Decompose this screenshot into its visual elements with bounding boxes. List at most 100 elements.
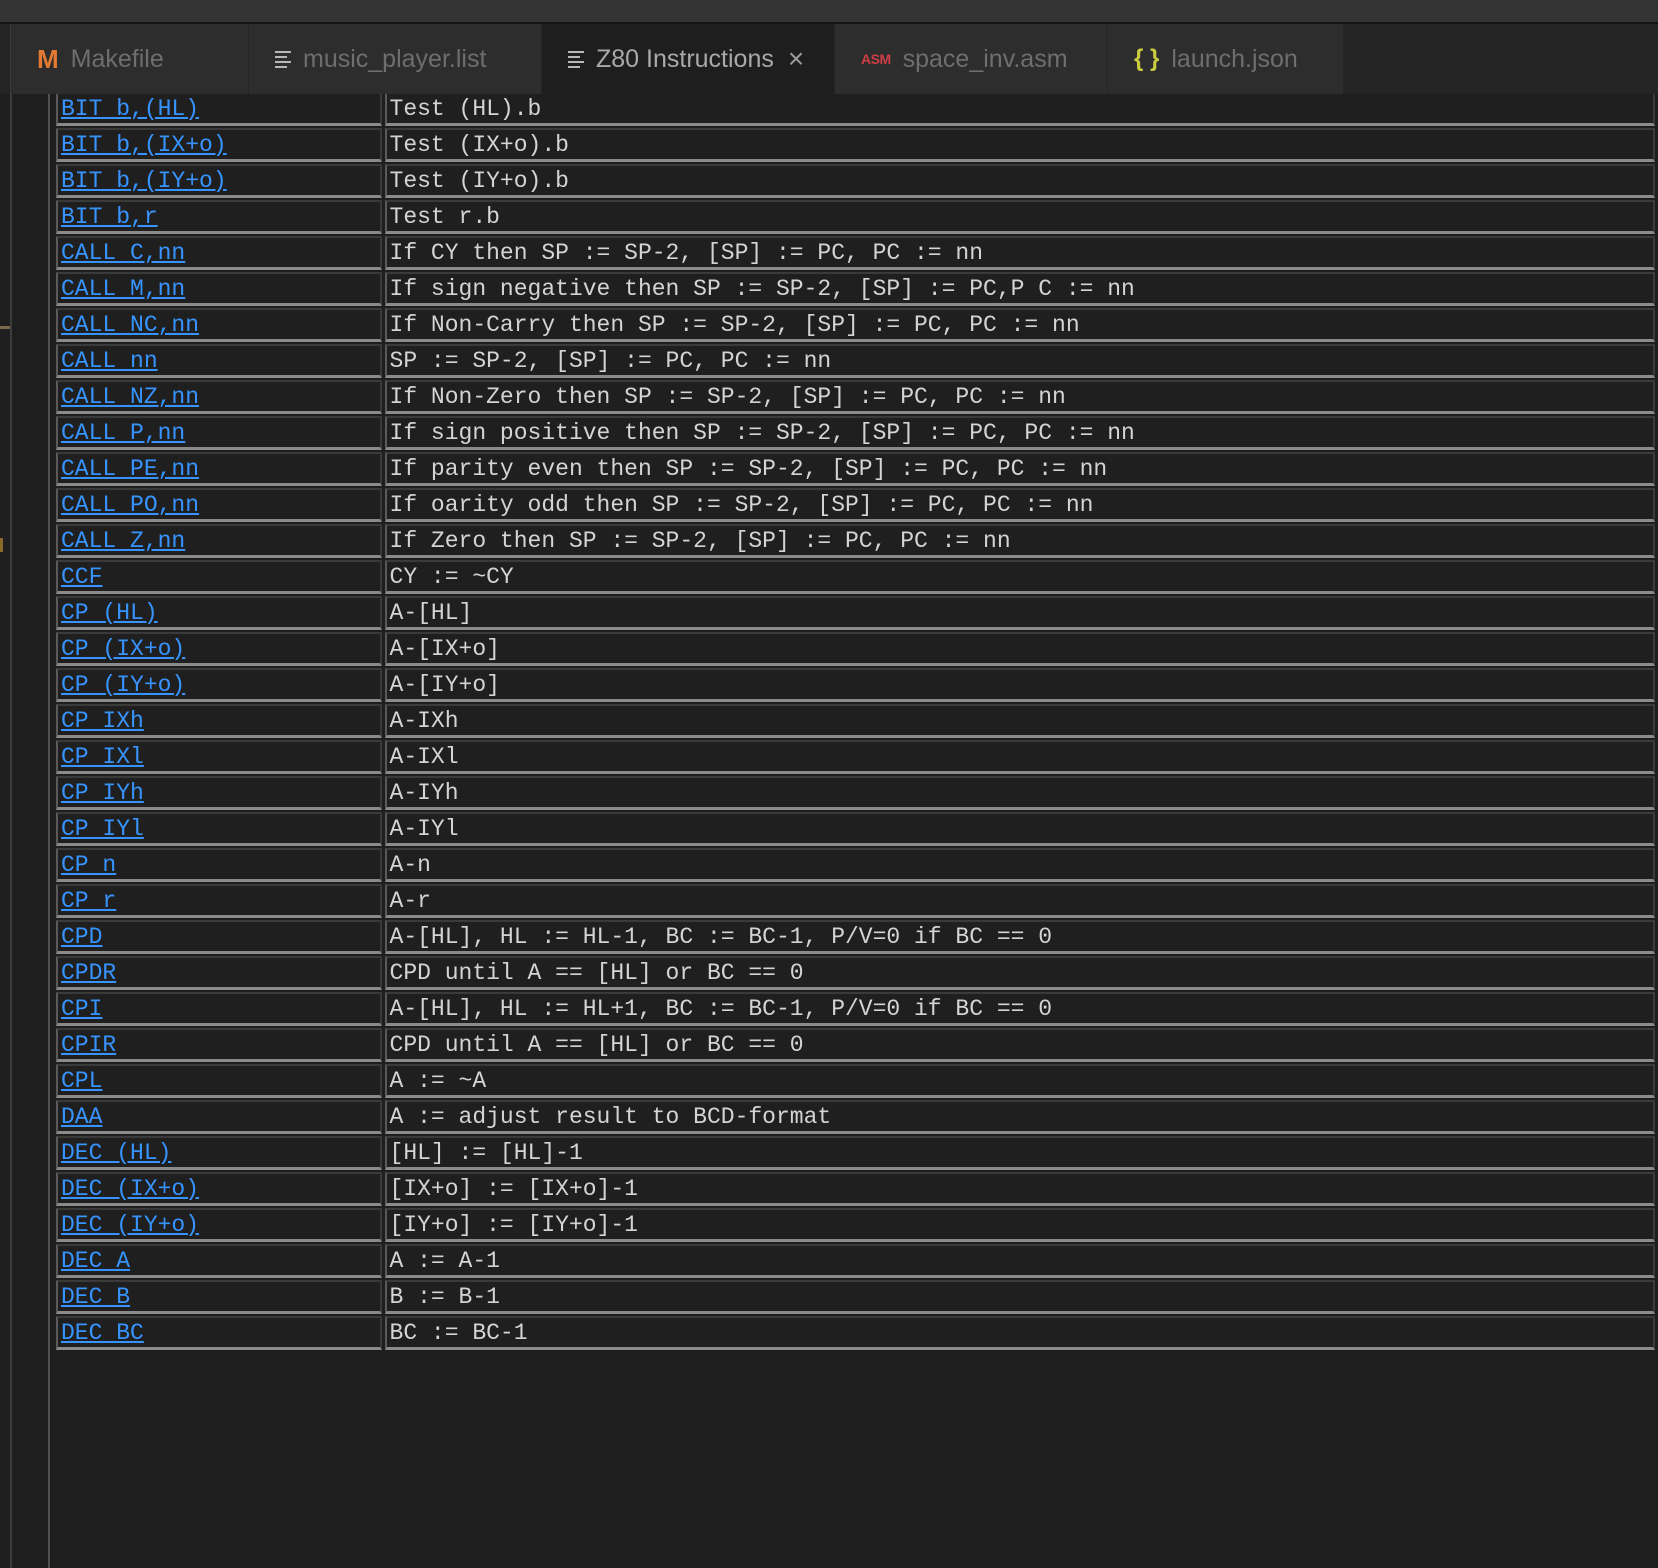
instruction-link[interactable]: DEC A: [61, 1248, 130, 1274]
instruction-link[interactable]: CPI: [61, 996, 102, 1022]
instruction-link[interactable]: BIT b,(HL): [61, 96, 199, 122]
mnemonic-cell: CALL P,nn: [56, 416, 382, 450]
close-icon[interactable]: ×: [788, 45, 804, 73]
instruction-link[interactable]: CALL NZ,nn: [61, 384, 199, 410]
mnemonic-cell: DEC (HL): [56, 1136, 382, 1170]
instruction-link[interactable]: BIT b,(IY+o): [61, 168, 227, 194]
instruction-link[interactable]: CPL: [61, 1068, 102, 1094]
tab-label: Z80 Instructions: [596, 44, 774, 73]
mnemonic-cell: CCF: [56, 560, 382, 594]
makefile-icon: M: [37, 43, 59, 74]
tab-music-player-list[interactable]: music_player.list: [249, 24, 542, 94]
instruction-link[interactable]: CALL P,nn: [61, 420, 185, 446]
table-row: DAA A := adjust result to BCD-format: [56, 1100, 1655, 1134]
mnemonic-cell: BIT b,(IY+o): [56, 164, 382, 198]
instruction-link[interactable]: CP (IY+o): [61, 672, 185, 698]
table-row: CP (IY+o) A-[IY+o]: [56, 668, 1655, 702]
description-cell: If Non-Zero then SP := SP-2, [SP] := PC,…: [384, 380, 1655, 414]
text-lines-icon: [275, 50, 291, 68]
instruction-link[interactable]: CALL nn: [61, 348, 158, 374]
instruction-link[interactable]: CALL PE,nn: [61, 456, 199, 482]
instruction-link[interactable]: CP r: [61, 888, 116, 914]
table-row: BIT b,(IX+o) Test (IX+o).b: [56, 128, 1655, 162]
instruction-link[interactable]: CALL M,nn: [61, 276, 185, 302]
table-row: CCF CY := ~CY: [56, 560, 1655, 594]
mnemonic-cell: CPL: [56, 1064, 382, 1098]
mnemonic-cell: CPI: [56, 992, 382, 1026]
table-row: CP n A-n: [56, 848, 1655, 882]
instruction-link[interactable]: CPIR: [61, 1032, 116, 1058]
table-row: DEC (HL) [HL] := [HL]-1: [56, 1136, 1655, 1170]
instruction-link[interactable]: DEC B: [61, 1284, 130, 1310]
description-cell: A-r: [384, 884, 1655, 918]
mnemonic-cell: CP IXl: [56, 740, 382, 774]
instruction-link[interactable]: CP IYl: [61, 816, 144, 842]
instruction-link[interactable]: CP n: [61, 852, 116, 878]
mnemonic-cell: BIT b,(IX+o): [56, 128, 382, 162]
instruction-link[interactable]: CALL PO,nn: [61, 492, 199, 518]
table-row: CPD A-[HL], HL := HL-1, BC := BC-1, P/V=0…: [56, 920, 1655, 954]
description-cell: If Non-Carry then SP := SP-2, [SP] := PC…: [384, 308, 1655, 342]
table-row: DEC B B := B-1: [56, 1280, 1655, 1314]
tab-launch-json[interactable]: { } launch.json: [1108, 24, 1344, 94]
table-row: BIT b,(IY+o) Test (IY+o).b: [56, 164, 1655, 198]
table-row: DEC A A := A-1: [56, 1244, 1655, 1278]
instruction-link[interactable]: DEC BC: [61, 1320, 144, 1346]
instruction-link[interactable]: CPD: [61, 924, 102, 950]
instruction-link[interactable]: CALL NC,nn: [61, 312, 199, 338]
tab-z80-instructions[interactable]: Z80 Instructions ×: [542, 24, 835, 94]
mnemonic-cell: CP n: [56, 848, 382, 882]
instruction-link[interactable]: CP (IX+o): [61, 636, 185, 662]
instruction-link[interactable]: DAA: [61, 1104, 102, 1130]
table-row: CP IYh A-IYh: [56, 776, 1655, 810]
tab-space-inv-asm[interactable]: ASM space_inv.asm: [835, 24, 1108, 94]
gutter-marker: [0, 538, 3, 552]
editor-tab-bar: M Makefile music_player.list Z80 Instruc…: [0, 24, 1658, 94]
instruction-link[interactable]: DEC (IX+o): [61, 1176, 199, 1202]
asm-icon: ASM: [861, 51, 891, 67]
description-cell: A := ~A: [384, 1064, 1655, 1098]
description-cell: If Zero then SP := SP-2, [SP] := PC, PC …: [384, 524, 1655, 558]
mnemonic-cell: BIT b,r: [56, 200, 382, 234]
instruction-link[interactable]: CP IXh: [61, 708, 144, 734]
description-cell: A-[IY+o]: [384, 668, 1655, 702]
description-cell: [IY+o] := [IY+o]-1: [384, 1208, 1655, 1242]
instruction-link[interactable]: BIT b,r: [61, 204, 158, 230]
tab-makefile[interactable]: M Makefile: [11, 24, 249, 94]
mnemonic-cell: CPD: [56, 920, 382, 954]
mnemonic-cell: CALL Z,nn: [56, 524, 382, 558]
table-row: BIT b,r Test r.b: [56, 200, 1655, 234]
table-row: CALL PE,nn If parity even then SP := SP-2…: [56, 452, 1655, 486]
mnemonic-cell: CP (IY+o): [56, 668, 382, 702]
instruction-link[interactable]: BIT b,(IX+o): [61, 132, 227, 158]
table-row: DEC BC BC := BC-1: [56, 1316, 1655, 1350]
instruction-link[interactable]: CALL C,nn: [61, 240, 185, 266]
table-row: CALL Z,nn If Zero then SP := SP-2, [SP] :…: [56, 524, 1655, 558]
description-cell: [HL] := [HL]-1: [384, 1136, 1655, 1170]
description-cell: CPD until A == [HL] or BC == 0: [384, 1028, 1655, 1062]
table-row: CP (IX+o) A-[IX+o]: [56, 632, 1655, 666]
instruction-link[interactable]: CALL Z,nn: [61, 528, 185, 554]
instructions-table: BIT b,(HL) Test (HL).b BIT b,(IX+o) Test (I…: [53, 94, 1658, 1352]
table-row: CALL NZ,nn If Non-Zero then SP := SP-2, […: [56, 380, 1655, 414]
description-cell: SP := SP-2, [SP] := PC, PC := nn: [384, 344, 1655, 378]
table-row: CP IYl A-IYl: [56, 812, 1655, 846]
instruction-link[interactable]: CP IXl: [61, 744, 144, 770]
mnemonic-cell: DEC BC: [56, 1316, 382, 1350]
table-row: CALL nn SP := SP-2, [SP] := PC, PC := nn: [56, 344, 1655, 378]
instruction-link[interactable]: CPDR: [61, 960, 116, 986]
description-cell: A-IXh: [384, 704, 1655, 738]
description-cell: B := B-1: [384, 1280, 1655, 1314]
instruction-link[interactable]: CCF: [61, 564, 102, 590]
description-cell: If oarity odd then SP := SP-2, [SP] := P…: [384, 488, 1655, 522]
instruction-link[interactable]: CP (HL): [61, 600, 158, 626]
instruction-link[interactable]: CP IYh: [61, 780, 144, 806]
description-cell: If parity even then SP := SP-2, [SP] := …: [384, 452, 1655, 486]
table-row: CPL A := ~A: [56, 1064, 1655, 1098]
mnemonic-cell: CALL nn: [56, 344, 382, 378]
mnemonic-cell: CP IYh: [56, 776, 382, 810]
instruction-link[interactable]: DEC (HL): [61, 1140, 171, 1166]
mnemonic-cell: CPIR: [56, 1028, 382, 1062]
instruction-link[interactable]: DEC (IY+o): [61, 1212, 199, 1238]
json-braces-icon: { }: [1134, 45, 1160, 72]
